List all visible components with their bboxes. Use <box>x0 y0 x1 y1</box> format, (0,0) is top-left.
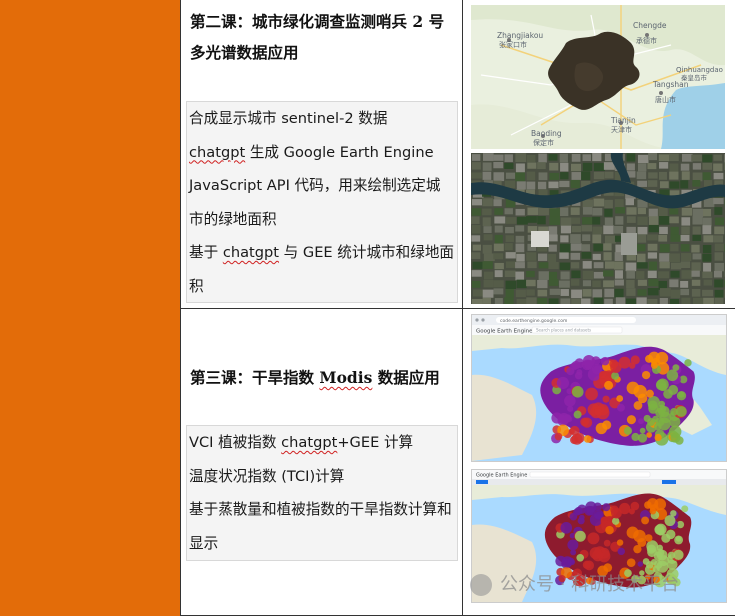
lesson3-title: 第三课：干旱指数 Modis 数据应用 <box>190 362 458 393</box>
course-table: 第二课：城市绿化调查监测哨兵 2 号多光谱数据应用 合成显示城市 sentine… <box>0 0 735 616</box>
bullet-item: 温度状况指数 (TCI)计算 <box>189 460 455 494</box>
gee-vci-screenshot: code.earthengine.google.com Google Earth… <box>471 314 727 462</box>
orange-column <box>0 0 181 616</box>
text-run: 基于 <box>189 244 223 261</box>
map-label-zhangjiakou-en: Zhangjiakou <box>497 31 543 40</box>
text-run: 数据应用 <box>372 368 440 387</box>
gee-app-name-1: Google Earth Engine <box>476 329 533 335</box>
lesson2-title: 第二课：城市绿化调查监测哨兵 2 号多光谱数据应用 <box>190 12 445 62</box>
misspelled-word: chatgpt <box>281 434 338 451</box>
lesson2-image-cell: Zhangjiakou 张家口市 Chengde 承德市 Qinhuangdao… <box>463 0 735 308</box>
map-label-zhangjiakou-cn: 张家口市 <box>499 40 527 49</box>
map-label-baoding-en: Baoding <box>531 129 562 138</box>
lesson2-bullet-list: 合成显示城市 sentinel-2 数据 chatgpt 生成 Google Ea… <box>186 101 458 303</box>
map-label-baoding-cn: 保定市 <box>533 138 554 147</box>
text-run: +GEE 计算 <box>337 434 414 451</box>
text-run: 基于蒸散量和植被指数的干旱指数计算和显示 <box>189 501 452 552</box>
text-run: 温度状况指数 (TCI)计算 <box>189 467 345 485</box>
text-run: VCI 植被指数 <box>189 434 282 451</box>
lesson3-bullet-list: VCI 植被指数 chatgpt+GEE 计算温度状况指数 (TCI)计算基于蒸… <box>186 425 458 561</box>
bullet-item: 基于 chatgpt 与 GEE 统计城市和绿地面积 <box>189 236 455 303</box>
watermark-text: 公众号 · 科研技术平台 <box>500 574 680 595</box>
map-label-chengde-cn: 承德市 <box>636 36 657 45</box>
lesson3-text-cell: 第三课：干旱指数 Modis 数据应用 VCI 植被指数 chatgpt+GEE… <box>181 309 463 615</box>
wechat-icon <box>470 574 492 596</box>
text-run: 合成显示城市 sentinel-2 数据 <box>189 110 388 127</box>
bullet-item: chatgpt 生成 Google Earth Engine JavaScrip… <box>189 136 455 237</box>
bullet-item: 基于蒸散量和植被指数的干旱指数计算和显示 <box>189 493 455 560</box>
sentinel2-city-image <box>471 153 725 304</box>
map-label-tangshan-en: Tangshan <box>652 80 689 89</box>
text-run: 第三课：干旱指数 <box>190 368 320 387</box>
map-label-tianjin-en: Tianjin <box>610 116 636 125</box>
bullet-item: 合成显示城市 sentinel-2 数据 <box>189 102 455 136</box>
map-label-tianjin-cn: 天津市 <box>611 125 632 134</box>
gee-search-placeholder-1: Search places and datasets <box>536 328 591 333</box>
misspelled-word: chatgpt <box>222 244 280 261</box>
watermark: 公众号 · 科研技术平台 <box>470 570 730 600</box>
misspelled-word: Modis <box>319 368 373 387</box>
beijing-map-image: Zhangjiakou 张家口市 Chengde 承德市 Qinhuangdao… <box>471 5 725 149</box>
gee-url-text-1: code.earthengine.google.com <box>500 318 567 324</box>
lesson2-text-cell: 第二课：城市绿化调查监测哨兵 2 号多光谱数据应用 合成显示城市 sentine… <box>181 0 463 308</box>
map-label-chengde-en: Chengde <box>633 21 667 30</box>
misspelled-word: chatgpt <box>189 143 246 161</box>
map-label-tangshan-cn: 唐山市 <box>655 95 676 104</box>
lesson2-row: 第二课：城市绿化调查监测哨兵 2 号多光谱数据应用 合成显示城市 sentine… <box>181 0 735 309</box>
map-label-qinhuangdao-en: Qinhuangdao <box>676 66 723 74</box>
bullet-item: VCI 植被指数 chatgpt+GEE 计算 <box>189 426 455 460</box>
gee-app-name-2: Google Earth Engine <box>476 473 527 479</box>
